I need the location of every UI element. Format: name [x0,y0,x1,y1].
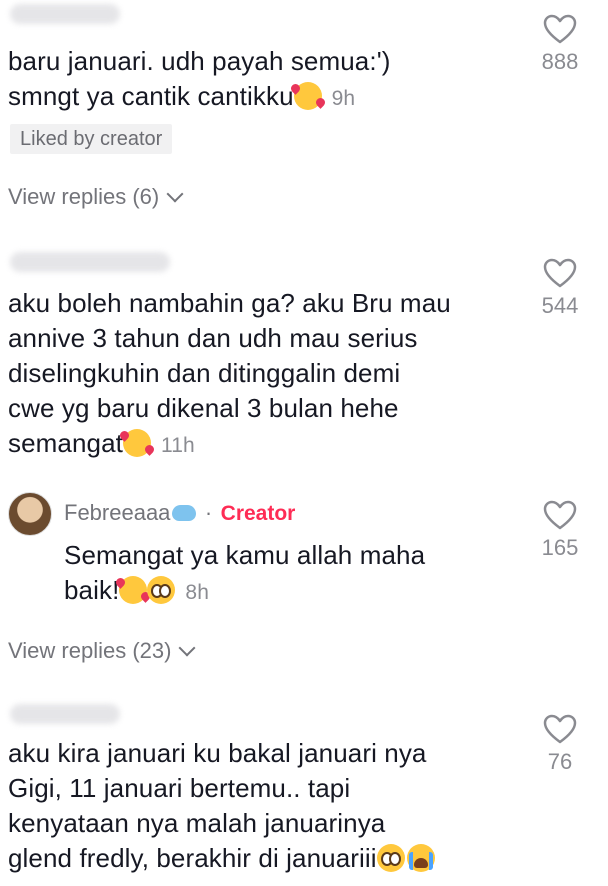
view-replies-label: View replies (6) [8,184,160,209]
comment-text: baru januari. udh payah semua:') smngt y… [8,44,518,116]
separator-dot: · [204,500,213,525]
creator-header: Febreeaaa · Creator [64,500,295,526]
view-replies-button[interactable]: View replies (23) [8,638,196,664]
heart-outline-icon [543,500,577,530]
pleading-face-icon [147,576,176,604]
comment-line: aku kira januari ku bakal januari nya [8,738,427,768]
comment-line-text: semangat [8,428,123,458]
like-count: 165 [541,535,579,560]
comment-timestamp: 8h [185,581,209,604]
loudly-crying-face-icon [406,844,435,872]
pleading-face-icon [376,844,405,872]
comment-text: aku kira januari ku bakal januari nya Gi… [8,736,528,876]
comment-line: semangat 11h [8,426,518,463]
comment-line-text: baik! [64,575,120,605]
chevron-down-icon [166,185,184,203]
creator-avatar[interactable] [8,492,52,536]
creator-label: Creator [220,502,296,525]
like-count: 544 [541,293,579,318]
liked-by-creator-badge: Liked by creator [10,124,173,154]
heart-outline-icon [543,258,577,288]
view-replies-button[interactable]: View replies (6) [8,184,184,210]
smiling-face-with-hearts-icon [122,429,151,457]
chevron-down-icon [178,639,196,657]
comment-line: diselingkuhin dan ditinggalin demi [8,358,401,388]
comment-line-text: glend fredly, berakhir di januariii [8,843,377,873]
comment-line: aku boleh nambahin ga? aku Bru mau [8,288,451,318]
like-button[interactable]: 76 [530,714,590,775]
comment-line-text: smngt ya cantik cantikku [8,81,294,111]
like-count: 76 [547,749,573,774]
heart-outline-icon [543,714,577,744]
comment-line: baru januari. udh payah semua:') [8,46,391,76]
creator-username[interactable]: Febreeaaa [64,500,170,525]
view-replies-label: View replies (23) [8,638,172,663]
like-button[interactable]: 165 [530,500,590,561]
blurred-username[interactable] [10,4,120,24]
comment-line: kenyataan nya malah januarinya [8,808,386,838]
smiling-face-with-hearts-icon [293,82,322,110]
whale-icon [172,505,197,521]
like-count: 888 [541,49,579,74]
comment-line: glend fredly, berakhir di januariii [8,841,528,876]
comment-line: annive 3 tahun dan udh mau serius [8,323,418,353]
like-button[interactable]: 888 [530,14,590,75]
comment-line: Semangat ya kamu allah maha [64,540,426,570]
comment-text: Semangat ya kamu allah maha baik! 8h [64,538,524,610]
comment-timestamp: 11h [160,434,195,457]
comment-line: smngt ya cantik cantikku 9h [8,79,518,116]
comment-timestamp: 9h [331,87,356,110]
like-button[interactable]: 544 [530,258,590,319]
comment-line: Gigi, 11 januari bertemu.. tapi [8,773,351,803]
blurred-username[interactable] [10,252,170,272]
comment-line: baik! 8h [64,573,524,610]
comment-text: aku boleh nambahin ga? aku Bru mau anniv… [8,286,518,463]
smiling-face-with-hearts-icon [119,576,148,604]
heart-outline-icon [543,14,577,44]
comment-line: cwe yg baru dikenal 3 bulan hehe [8,393,399,423]
blurred-username[interactable] [10,704,120,724]
